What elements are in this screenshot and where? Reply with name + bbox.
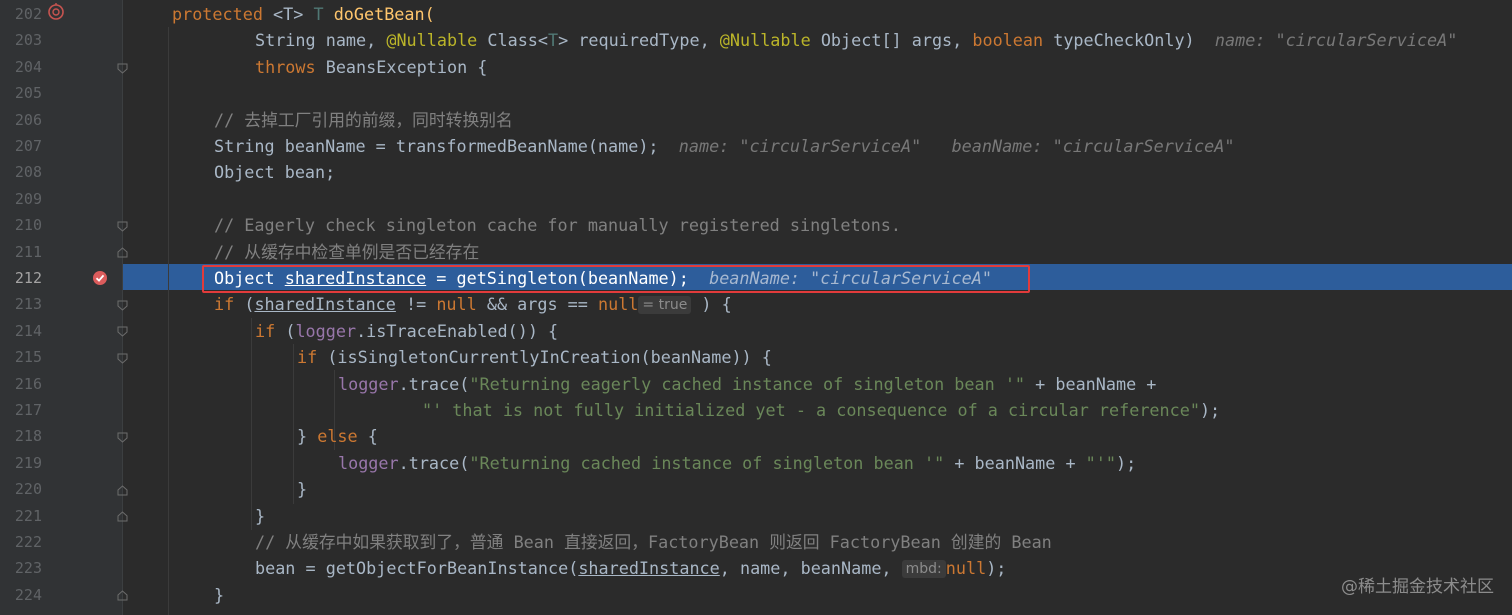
- code-line: if (isSingletonCurrentlyInCreation(beanN…: [297, 347, 772, 368]
- code-line: Object bean;: [214, 162, 336, 183]
- debug-value-hint: name: "circularServiceA": [678, 136, 922, 156]
- line-number: 221: [14, 506, 42, 525]
- line-number: 211: [14, 242, 42, 261]
- line-number: 202: [14, 5, 42, 23]
- code-comment: // Eagerly check singleton cache for man…: [214, 215, 902, 236]
- indent-guide: [293, 344, 294, 504]
- line-number: 218: [14, 427, 42, 446]
- inlay-param-hint: mbd:: [901, 560, 946, 579]
- debug-value-hint: name: "circularServiceA": [1214, 30, 1458, 51]
- line-number-current: 212: [14, 269, 42, 287]
- code-line: String beanName = transformedBeanName(na…: [214, 136, 1235, 156]
- line-number: 209: [14, 189, 42, 208]
- override-method-icon[interactable]: [47, 3, 65, 21]
- code-comment: // 从缓存中检查单例是否已经存在: [214, 241, 480, 262]
- annotation-highlight-box: [202, 265, 1030, 293]
- code-line: } else {: [297, 426, 378, 447]
- fold-start-icon[interactable]: [117, 300, 128, 311]
- code-line: "' that is not fully initialized yet - a…: [422, 400, 1221, 420]
- fold-start-icon[interactable]: [117, 221, 128, 232]
- fold-end-icon[interactable]: [117, 511, 128, 522]
- line-number: 219: [14, 453, 42, 472]
- code-line: }: [214, 584, 225, 605]
- line-number: 217: [14, 401, 42, 419]
- line-number: 220: [14, 480, 42, 499]
- line-number: 214: [14, 321, 42, 340]
- line-number: 206: [14, 110, 42, 129]
- breakpoint-icon[interactable]: [92, 270, 108, 286]
- line-number: 223: [14, 559, 42, 578]
- inlay-value-hint: = true: [638, 296, 692, 315]
- indent-guide: [168, 27, 169, 615]
- code-comment: // 从缓存中如果获取到了，普通 Bean 直接返回，FactoryBean 则…: [255, 532, 1052, 552]
- code-line: bean = getObjectForBeanInstance(sharedIn…: [255, 558, 1007, 579]
- line-number: 208: [14, 163, 42, 182]
- line-number: 213: [14, 295, 42, 314]
- watermark: @稀土掘金技术社区: [1341, 577, 1494, 597]
- code-line: logger.trace("Returning eagerly cached i…: [338, 373, 1157, 394]
- line-number: 207: [14, 137, 42, 155]
- fold-end-icon[interactable]: [117, 247, 128, 258]
- indent-guide: [251, 318, 252, 530]
- line-number: 216: [14, 374, 42, 393]
- line-number: 203: [14, 31, 42, 50]
- code-line: logger.trace("Returning cached instance …: [338, 452, 1137, 473]
- fold-start-icon[interactable]: [117, 353, 128, 364]
- fold-end-icon[interactable]: [117, 590, 128, 601]
- code-line: throws BeansException {: [255, 56, 488, 77]
- line-number: 222: [14, 533, 42, 551]
- line-number: 210: [14, 216, 42, 235]
- code-line: }: [297, 479, 308, 500]
- code-line: protected <T> T doGetBean(: [172, 4, 435, 24]
- code-line: if (logger.isTraceEnabled()) {: [255, 320, 559, 341]
- debug-value-hint: beanName: "circularServiceA": [951, 136, 1235, 156]
- line-number: 224: [14, 585, 42, 604]
- line-number: 204: [14, 57, 42, 76]
- fold-start-icon[interactable]: [117, 432, 128, 443]
- code-line: }: [255, 505, 266, 526]
- code-comment: // 去掉工厂引用的前缀，同时转换别名: [214, 109, 513, 130]
- fold-start-icon[interactable]: [117, 326, 128, 337]
- fold-end-icon[interactable]: [117, 485, 128, 496]
- code-line: if (sharedInstance != null && args == nu…: [214, 294, 732, 315]
- line-number: 215: [14, 348, 42, 367]
- line-number: 205: [14, 84, 42, 103]
- code-line: String name, @Nullable Class<T> required…: [255, 30, 1458, 51]
- fold-end-icon[interactable]: [117, 63, 128, 74]
